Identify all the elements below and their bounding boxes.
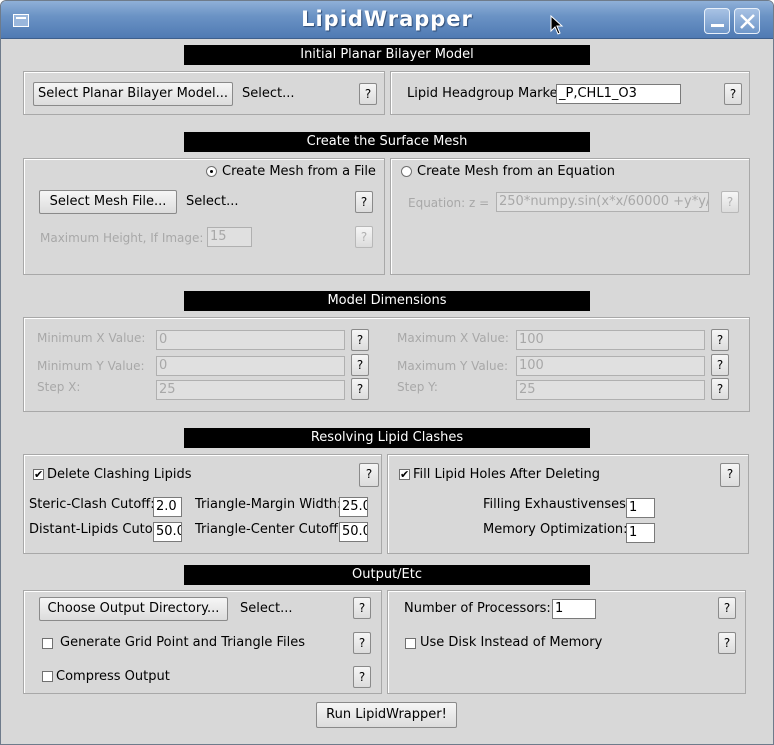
max-height-label: Maximum Height, If Image: xyxy=(40,231,204,245)
max-height-input[interactable]: 15 xyxy=(207,227,252,247)
help-button-processors[interactable]: ? xyxy=(718,597,736,619)
memory-optimization-label: Memory Optimization: xyxy=(483,522,628,537)
close-button[interactable] xyxy=(734,8,760,34)
help-button-delete-clashing[interactable]: ? xyxy=(359,463,379,487)
choose-output-directory-button[interactable]: Choose Output Directory... xyxy=(39,597,228,621)
minimize-button[interactable] xyxy=(704,8,730,34)
compress-output-label[interactable]: Compress Output xyxy=(56,669,170,685)
number-of-processors-input[interactable]: 1 xyxy=(552,599,596,619)
section-header-model-dimensions: Model Dimensions xyxy=(184,291,590,311)
section-header-output: Output/Etc xyxy=(184,565,590,585)
output-directory-status: Select... xyxy=(240,601,293,616)
generate-grid-files-checkbox[interactable] xyxy=(42,638,53,649)
help-button-max-height[interactable]: ? xyxy=(355,226,373,248)
section-header-surface-mesh: Create the Surface Mesh xyxy=(184,132,590,152)
section-header-resolving-clashes: Resolving Lipid Clashes xyxy=(184,428,590,448)
select-planar-bilayer-button[interactable]: Select Planar Bilayer Model... xyxy=(33,82,233,106)
help-button-equation[interactable]: ? xyxy=(721,191,739,213)
panel-model-dimensions: Minimum X Value: 0 ? Minimum Y Value: 0 … xyxy=(23,317,750,412)
min-x-input[interactable]: 0 xyxy=(156,330,345,350)
help-button-output-directory[interactable]: ? xyxy=(353,597,371,619)
triangle-center-label: Triangle-Center Cutoff: xyxy=(195,522,343,537)
run-lipidwrapper-button[interactable]: Run LipidWrapper! xyxy=(316,702,457,728)
equation-label: Equation: z = xyxy=(408,196,490,210)
use-disk-label[interactable]: Use Disk Instead of Memory xyxy=(420,635,602,651)
mouse-cursor-icon xyxy=(550,15,564,35)
min-y-input[interactable]: 0 xyxy=(156,356,345,376)
help-button-min-x[interactable]: ? xyxy=(351,329,369,351)
delete-clashing-label[interactable]: Delete Clashing Lipids xyxy=(47,467,192,483)
title-bar[interactable]: LipidWrapper xyxy=(1,1,773,39)
compress-output-checkbox[interactable] xyxy=(42,671,53,682)
delete-clashing-checkbox[interactable]: ✔ xyxy=(33,469,44,480)
mesh-from-equation-label[interactable]: Create Mesh from an Equation xyxy=(417,164,615,180)
help-button-mesh-file[interactable]: ? xyxy=(355,191,373,213)
help-button-fill-holes[interactable]: ? xyxy=(720,463,740,487)
help-button-headgroup[interactable]: ? xyxy=(724,83,742,105)
max-y-label: Maximum Y Value: xyxy=(397,359,509,373)
bilayer-file-status: Select... xyxy=(242,86,295,101)
panel-bilayer-model: Select Planar Bilayer Model... Select...… xyxy=(23,71,385,115)
mesh-from-file-label[interactable]: Create Mesh from a File xyxy=(222,164,376,180)
panel-processing-options: Number of Processors: 1 ? Use Disk Inste… xyxy=(387,590,746,694)
step-y-input[interactable]: 25 xyxy=(516,380,705,400)
select-mesh-file-button[interactable]: Select Mesh File... xyxy=(39,190,177,214)
headgroup-marker-label: Lipid Headgroup Marker xyxy=(407,86,563,101)
mesh-from-equation-radio[interactable] xyxy=(401,166,412,177)
window-title: LipidWrapper xyxy=(301,7,473,31)
help-button-step-y[interactable]: ? xyxy=(711,378,729,400)
headgroup-marker-input[interactable]: _P,CHL1_O3 xyxy=(556,84,681,104)
app-window: LipidWrapper Initial Planar Bilayer Mode… xyxy=(0,0,774,745)
mesh-file-status: Select... xyxy=(186,194,239,209)
number-of-processors-label: Number of Processors: xyxy=(404,601,551,616)
min-x-label: Minimum X Value: xyxy=(37,331,146,345)
distant-lipids-label: Distant-Lipids Cutoff: xyxy=(29,522,167,537)
panel-mesh-from-file: Create Mesh from a File Select Mesh File… xyxy=(23,158,385,275)
help-button-max-y[interactable]: ? xyxy=(711,354,729,376)
max-y-input[interactable]: 100 xyxy=(516,356,705,376)
filling-exhaustiveness-label: Filling Exhaustivenses: xyxy=(483,497,631,512)
triangle-margin-label: Triangle-Margin Width: xyxy=(195,497,342,512)
distant-lipids-input[interactable]: 50.0 xyxy=(153,522,182,542)
close-icon xyxy=(740,14,755,29)
triangle-margin-input[interactable]: 25.0 xyxy=(339,497,368,517)
fill-lipid-holes-label[interactable]: Fill Lipid Holes After Deleting xyxy=(413,467,600,483)
help-button-step-x[interactable]: ? xyxy=(351,378,369,400)
panel-fill-holes: ✔ Fill Lipid Holes After Deleting ? Fill… xyxy=(387,454,749,554)
max-x-label: Maximum X Value: xyxy=(397,331,509,345)
panel-headgroup-marker: Lipid Headgroup Marker _P,CHL1_O3 ? xyxy=(390,71,750,115)
panel-mesh-from-equation: Create Mesh from an Equation Equation: z… xyxy=(390,158,750,275)
help-button-bilayer[interactable]: ? xyxy=(359,83,377,105)
step-x-label: Step X: xyxy=(37,380,81,394)
filling-exhaustiveness-input[interactable]: 1 xyxy=(626,498,655,518)
equation-input[interactable]: 250*numpy.sin(x*x/60000 +y*y/6 xyxy=(496,192,709,212)
memory-optimization-input[interactable]: 1 xyxy=(626,523,655,543)
panel-delete-clashes: ✔ Delete Clashing Lipids ? Steric-Clash … xyxy=(23,454,382,554)
help-button-compress[interactable]: ? xyxy=(353,666,371,688)
step-y-label: Step Y: xyxy=(397,380,438,394)
panel-output-options: Choose Output Directory... Select... ? G… xyxy=(23,590,382,694)
generate-grid-files-label[interactable]: Generate Grid Point and Triangle Files xyxy=(60,635,305,651)
help-button-max-x[interactable]: ? xyxy=(711,329,729,351)
help-button-grid-files[interactable]: ? xyxy=(353,632,371,654)
section-header-initial-model: Initial Planar Bilayer Model xyxy=(184,45,590,65)
steric-clash-label: Steric-Clash Cutoff: xyxy=(29,497,155,512)
max-x-input[interactable]: 100 xyxy=(516,330,705,350)
help-button-min-y[interactable]: ? xyxy=(351,354,369,376)
use-disk-checkbox[interactable] xyxy=(405,638,416,649)
steric-clash-input[interactable]: 2.0 xyxy=(153,497,182,517)
mesh-from-file-radio[interactable] xyxy=(206,166,217,177)
fill-lipid-holes-checkbox[interactable]: ✔ xyxy=(399,469,410,480)
step-x-input[interactable]: 25 xyxy=(156,380,345,400)
triangle-center-input[interactable]: 50.0 xyxy=(339,522,368,542)
min-y-label: Minimum Y Value: xyxy=(37,359,145,373)
help-button-use-disk[interactable]: ? xyxy=(718,632,736,654)
